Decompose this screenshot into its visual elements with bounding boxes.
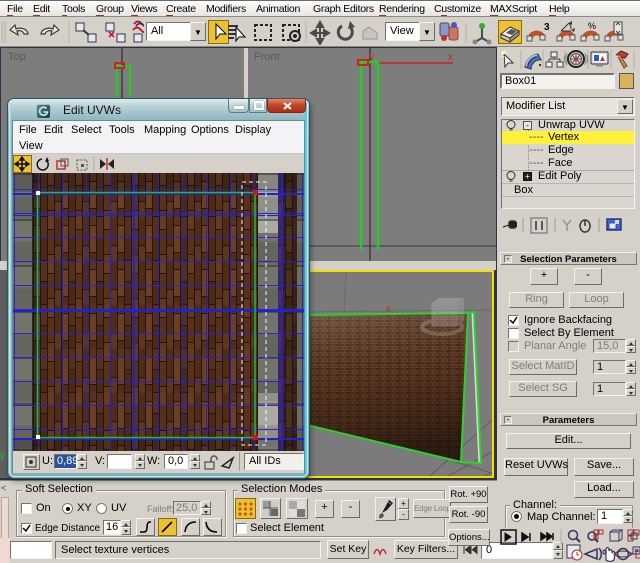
svg-text:3: 3 [544,22,550,33]
svg-text:%: % [588,21,596,31]
svg-text:x: x [448,52,453,63]
svg-text:x: x [386,304,391,315]
